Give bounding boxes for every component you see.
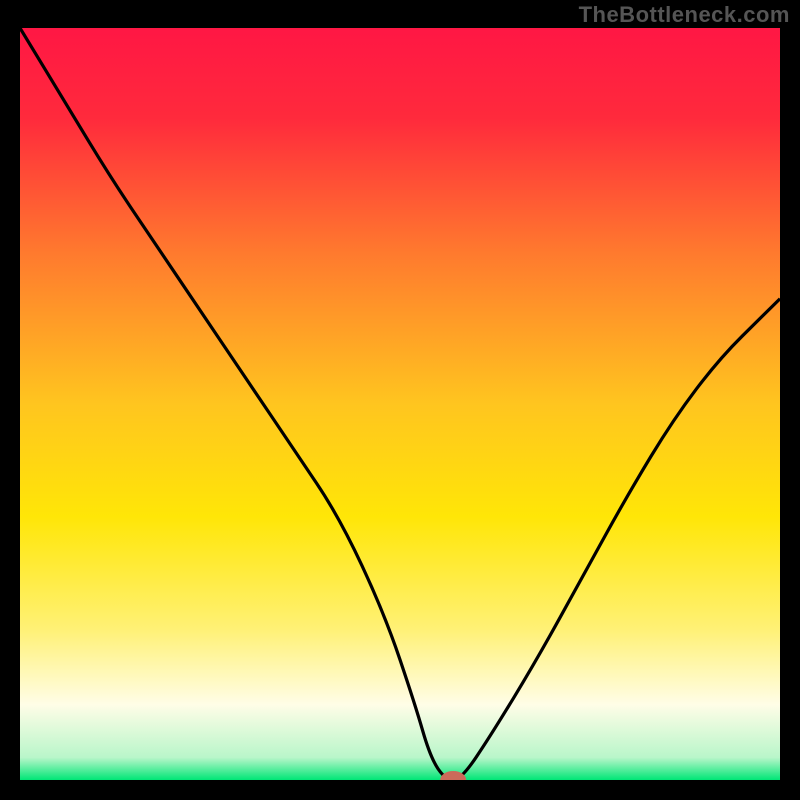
bottleneck-chart	[20, 28, 780, 780]
plot-area	[20, 28, 780, 780]
gradient-background	[20, 28, 780, 780]
chart-frame: TheBottleneck.com	[0, 0, 800, 800]
watermark-text: TheBottleneck.com	[579, 2, 790, 28]
